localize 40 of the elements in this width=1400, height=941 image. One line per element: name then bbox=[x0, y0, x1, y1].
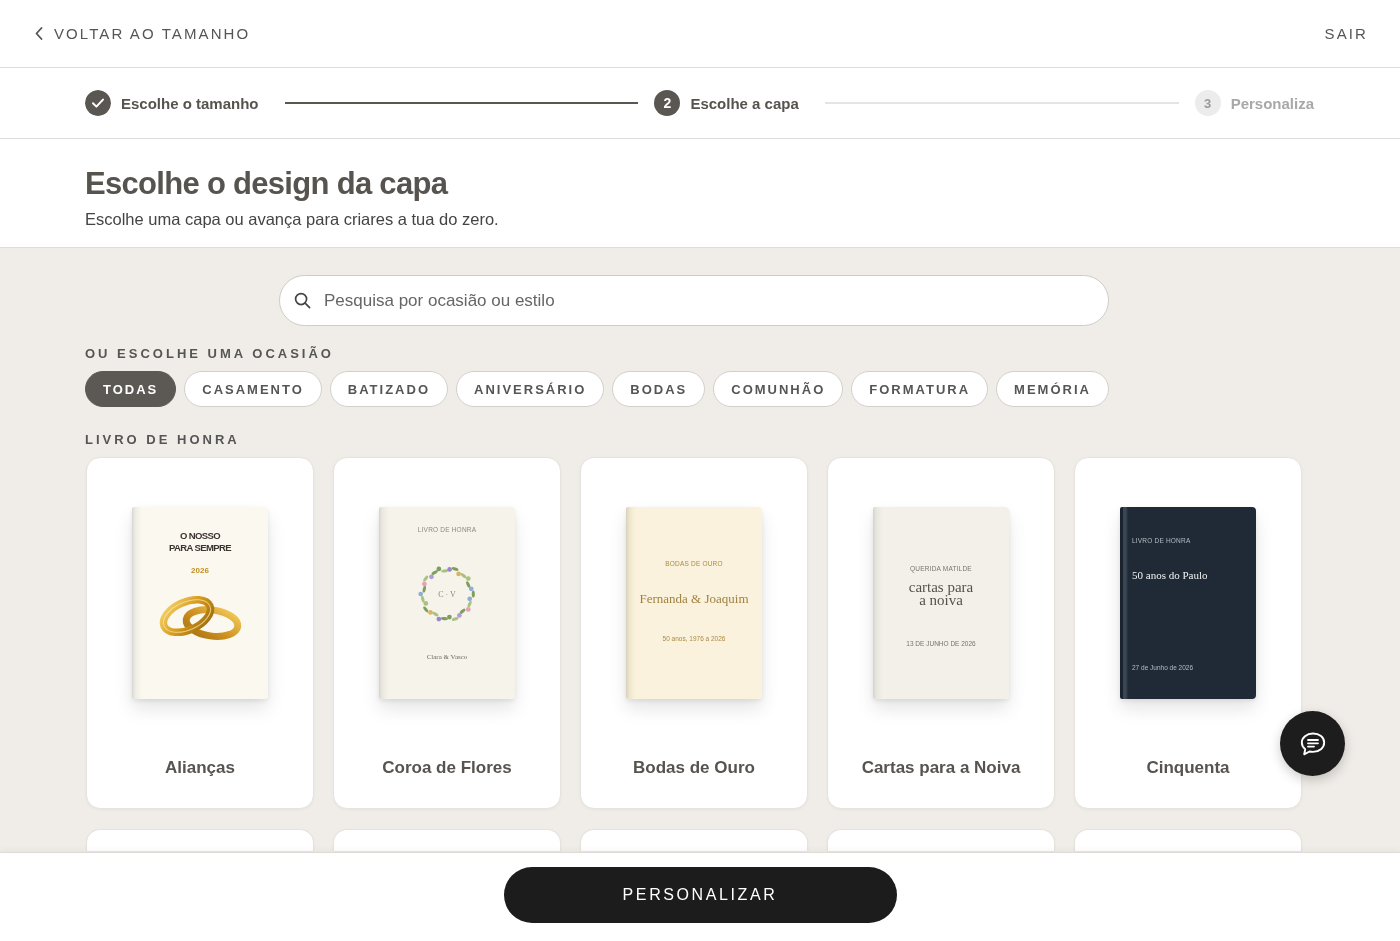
exit-link[interactable]: SAIR bbox=[1324, 25, 1368, 42]
design-name: Alianças bbox=[165, 758, 235, 778]
filter-chip[interactable]: FORMATURA bbox=[851, 371, 989, 407]
step-number: 3 bbox=[1194, 90, 1221, 116]
filter-chip[interactable]: COMUNHÃO bbox=[713, 371, 844, 407]
cover-subtitle: 2026 bbox=[191, 566, 209, 576]
filter-chip[interactable]: CASAMENTO bbox=[184, 371, 322, 407]
cover-title: cartas para a noiva bbox=[907, 581, 975, 607]
step-label: Personaliza bbox=[1230, 94, 1314, 112]
page-subtitle: Escolhe uma capa ou avança para criares a tua do zero. bbox=[85, 209, 500, 229]
design-card[interactable] bbox=[580, 829, 808, 851]
search-icon bbox=[294, 292, 311, 309]
step-label: Escolhe a capa bbox=[690, 94, 799, 112]
filter-chip[interactable]: TODAS bbox=[85, 371, 177, 407]
cover-title: 50 anos do Paulo bbox=[1132, 569, 1208, 582]
cover-title: Fernanda & Joaquim bbox=[639, 591, 749, 607]
cover-monogram: C · V bbox=[438, 589, 456, 599]
design-name: Cartas para a Noiva bbox=[861, 758, 1021, 778]
cover-title: O NOSSO PARA SEMPRE bbox=[168, 530, 233, 554]
step-number: 2 bbox=[654, 90, 681, 116]
step-label: Escolhe o tamanho bbox=[121, 94, 259, 112]
page-title: Escolhe o design da capa bbox=[85, 166, 449, 202]
search-field[interactable]: Pesquisa por ocasião ou estilo bbox=[279, 275, 1109, 326]
filter-chip[interactable]: BODAS bbox=[612, 371, 706, 407]
design-card[interactable] bbox=[827, 829, 1055, 851]
section-heading: LIVRO DE HONRA bbox=[85, 432, 241, 448]
design-card[interactable] bbox=[86, 829, 314, 851]
design-name: Bodas de Ouro bbox=[633, 758, 755, 778]
personalize-button[interactable]: PERSONALIZAR bbox=[503, 867, 897, 923]
filter-chip[interactable]: MEMÓRIA bbox=[996, 371, 1109, 407]
design-card[interactable] bbox=[333, 829, 561, 851]
chevron-left-icon bbox=[35, 27, 43, 40]
design-card[interactable] bbox=[1074, 829, 1302, 851]
filter-chip[interactable]: BATIZADO bbox=[329, 371, 448, 407]
section-heading: OU ESCOLHE UMA OCASIÃO bbox=[85, 346, 335, 362]
design-card[interactable]: O NOSSO PARA SEMPRE 2026 Alianças bbox=[86, 457, 314, 809]
filter-chip[interactable]: ANIVERSÁRIO bbox=[456, 371, 605, 407]
design-name: Cinquenta bbox=[1146, 758, 1230, 778]
design-name: Coroa de Flores bbox=[382, 758, 512, 778]
back-link[interactable]: VOLTAR AO TAMANHO bbox=[35, 25, 251, 42]
